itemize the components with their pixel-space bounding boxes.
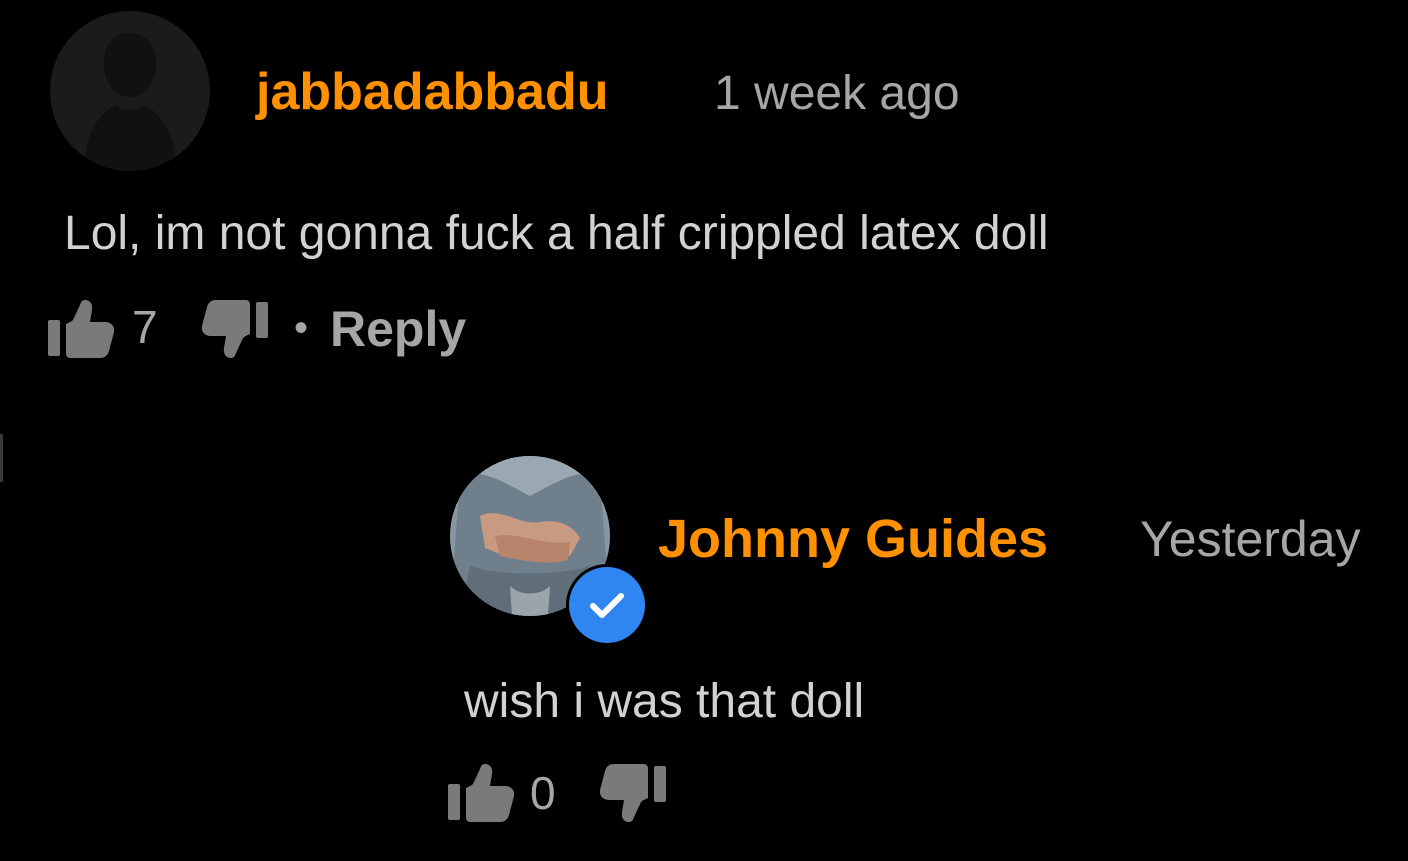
comment-timestamp: Yesterday xyxy=(1140,511,1361,567)
comment-thread: jabbadabbadu 1 week ago Lol, im not gonn… xyxy=(0,0,1408,861)
thumbs-up-icon[interactable] xyxy=(48,300,116,358)
like-count: 0 xyxy=(530,767,556,819)
like-count: 7 xyxy=(132,301,158,353)
checkmark-icon xyxy=(590,593,624,618)
comment-author[interactable]: jabbadabbadu xyxy=(256,66,608,118)
comment-timestamp: 1 week ago xyxy=(714,67,960,120)
separator-dot: • xyxy=(294,306,309,350)
thumbs-down-icon[interactable] xyxy=(598,764,666,822)
comment-author[interactable]: Johnny Guides xyxy=(658,512,1048,566)
comment-text: wish i was that doll xyxy=(464,675,865,728)
thumbs-down-icon[interactable] xyxy=(200,300,268,358)
comment: jabbadabbadu 1 week ago Lol, im not gonn… xyxy=(0,0,1408,430)
default-avatar-icon[interactable] xyxy=(50,11,210,171)
reply-comment: Johnny Guides Yesterday wish i was that … xyxy=(0,440,1408,861)
reply-button[interactable]: Reply xyxy=(330,304,466,354)
comment-text: Lol, im not gonna fuck a half crippled l… xyxy=(64,207,1049,260)
thumbs-up-icon[interactable] xyxy=(448,764,516,822)
verified-badge xyxy=(566,564,648,646)
